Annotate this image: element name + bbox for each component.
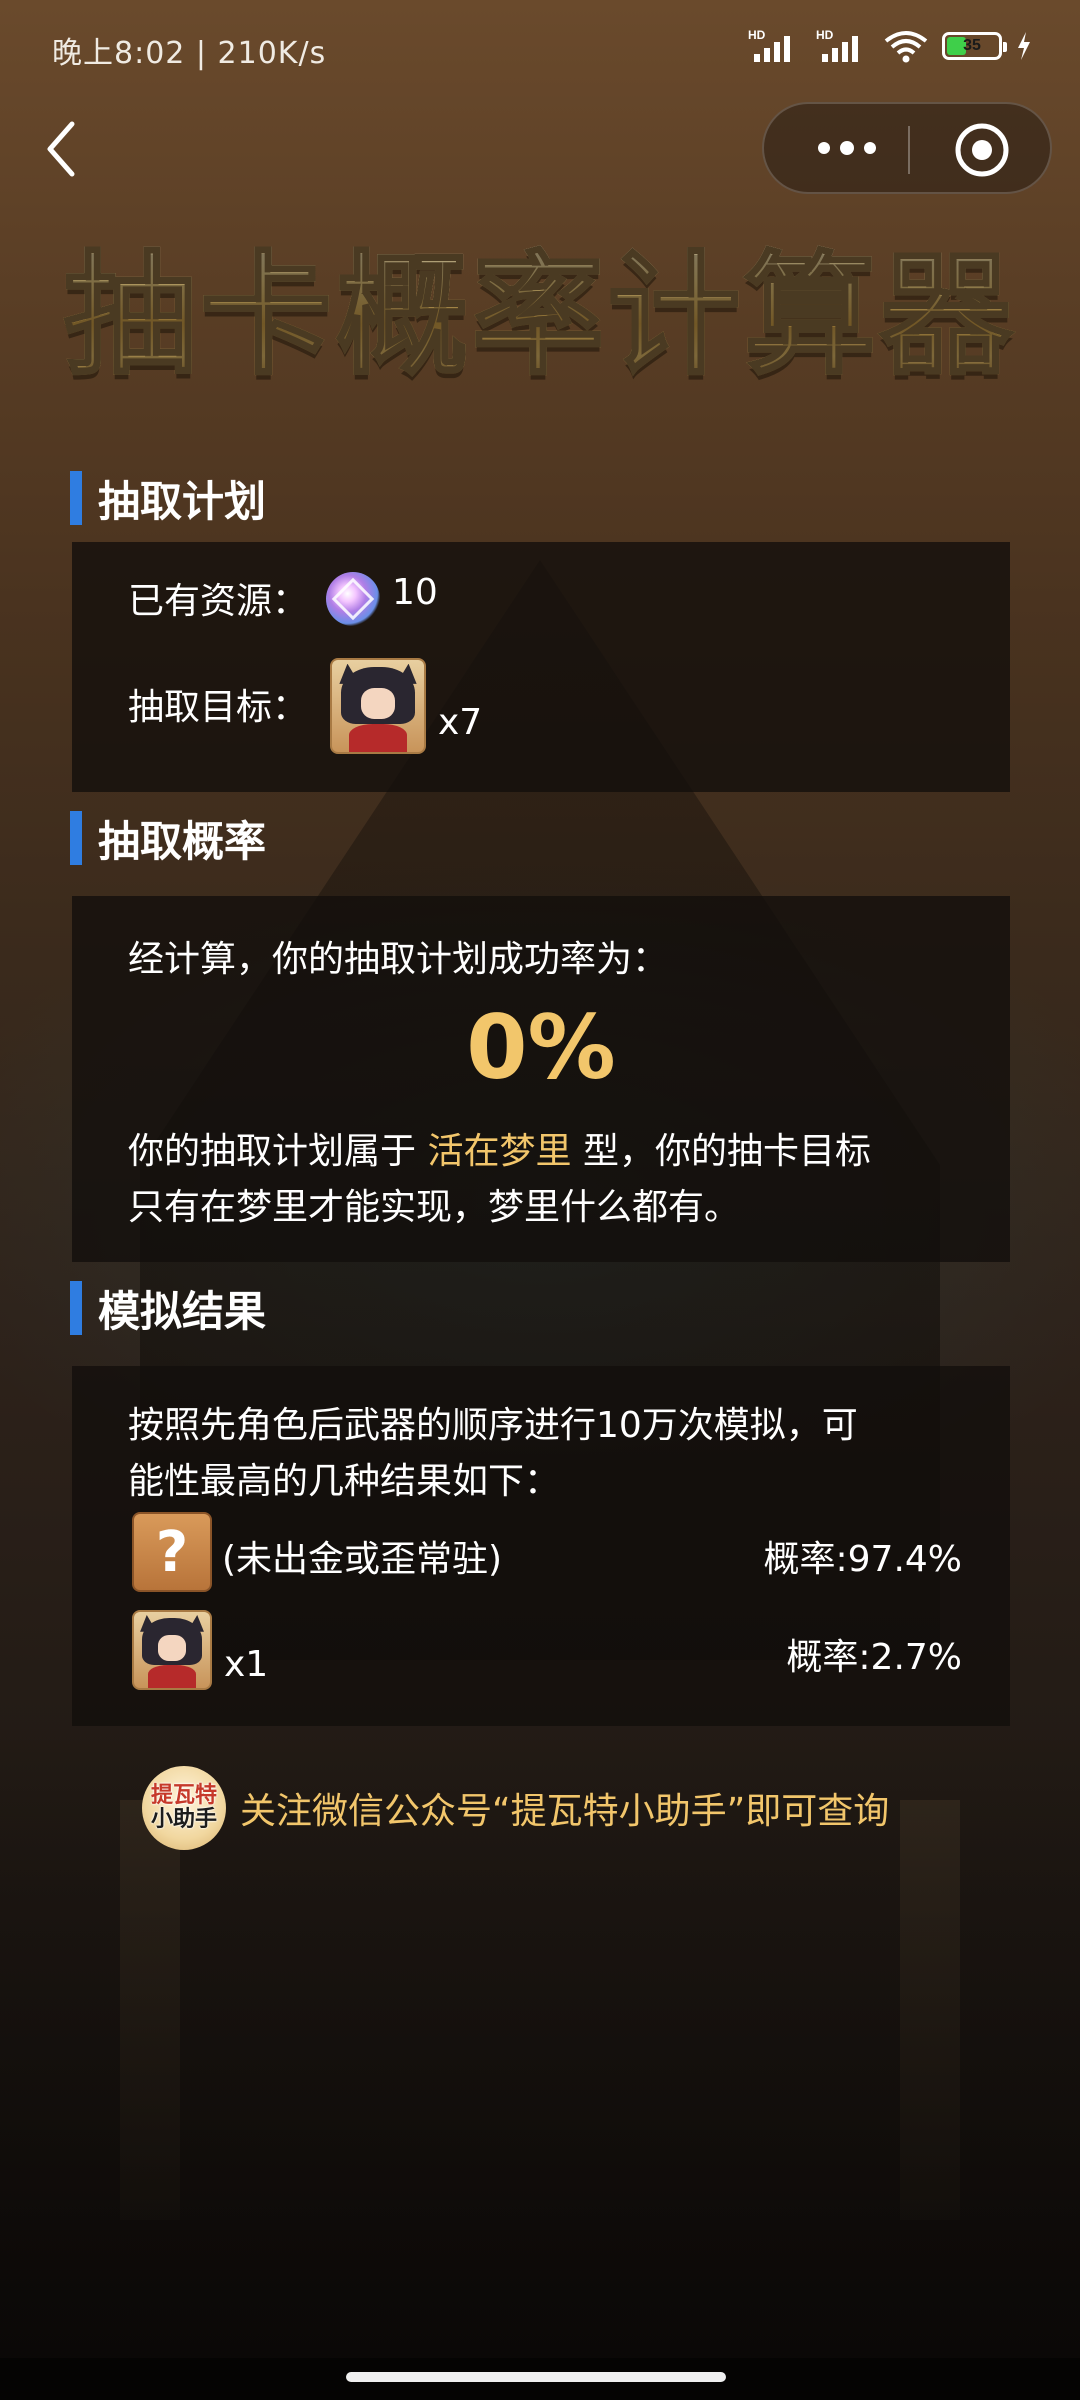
background-pillar <box>120 1800 180 2220</box>
probability-value: 0% <box>466 996 616 1099</box>
plan-card: 已有资源： 10 抽取目标： x7 <box>72 542 1010 792</box>
logo-text-top: 提瓦特 <box>150 1783 217 1808</box>
simulation-intro-line2: 能性最高的几种结果如下： <box>128 1461 561 1502</box>
section-heading-probability: 抽取概率 <box>70 810 266 866</box>
target-label: 抽取目标： <box>128 687 309 728</box>
battery-level: 35 <box>963 37 981 54</box>
desc-prefix: 你的抽取计划属于 <box>128 1131 417 1172</box>
resources-label: 已有资源： <box>128 581 309 622</box>
page-title: 抽卡概率计算器 <box>0 236 1080 396</box>
section-heading-simulation: 模拟结果 <box>70 1280 266 1336</box>
close-target-icon <box>955 123 1009 177</box>
background-pillar <box>900 1800 960 2220</box>
probability-description-line2: 只有在梦里才能实现，梦里什么都有。 <box>128 1187 741 1228</box>
more-button[interactable] <box>802 124 892 172</box>
battery-icon: 35 <box>942 32 1007 60</box>
section-title: 模拟结果 <box>98 1286 267 1336</box>
section-title: 抽取计划 <box>98 476 267 526</box>
simulation-intro-line1: 按照先角色后武器的顺序进行10万次模拟，可 <box>128 1405 858 1446</box>
section-heading-plan: 抽取计划 <box>70 470 266 526</box>
result-label: x1 <box>224 1644 269 1685</box>
result-character-portrait <box>132 1610 212 1690</box>
mystery-icon: ? <box>132 1512 212 1592</box>
home-indicator[interactable] <box>346 2372 726 2382</box>
simulation-card: 按照先角色后武器的顺序进行10万次模拟，可 能性最高的几种结果如下： ? (未出… <box>72 1366 1010 1726</box>
result-probability: 概率:97.4% <box>763 1539 963 1580</box>
assistant-logo: 提瓦特 小助手 <box>142 1766 226 1850</box>
mini-program-capsule <box>762 102 1052 194</box>
charging-icon <box>1018 32 1030 60</box>
more-dots-icon <box>818 142 830 154</box>
probability-card: 经计算，你的抽取计划成功率为： 0% 你的抽取计划属于 活在梦里 型，你的抽卡目… <box>72 896 1010 1262</box>
desc-suffix: 型，你的抽卡目标 <box>582 1131 871 1172</box>
capsule-divider <box>908 126 910 174</box>
signal-icon: HD <box>816 28 870 64</box>
target-character-portrait[interactable] <box>330 658 426 754</box>
section-accent-bar <box>70 811 82 865</box>
result-probability: 概率:2.7% <box>786 1637 962 1678</box>
target-count: x7 <box>438 702 483 743</box>
probability-description-line1: 你的抽取计划属于 活在梦里 型，你的抽卡目标 <box>128 1122 968 1174</box>
section-title: 抽取概率 <box>98 816 267 866</box>
close-button[interactable] <box>954 122 1010 178</box>
chevron-left-icon <box>47 121 75 177</box>
status-bar: 晚上8:02 | 210K/s HD HD 35 <box>0 0 1080 96</box>
footer-text: 关注微信公众号“提瓦特小助手”即可查询 <box>240 1791 890 1832</box>
plan-type-highlight: 活在梦里 <box>427 1131 572 1172</box>
result-label: (未出金或歪常驻) <box>222 1539 503 1580</box>
status-time: 晚上8:02 | 210K/s <box>52 36 327 71</box>
logo-text-bottom: 小助手 <box>150 1807 217 1832</box>
section-accent-bar <box>70 1281 82 1335</box>
probability-intro: 经计算，你的抽取计划成功率为： <box>128 939 669 980</box>
wifi-icon <box>884 31 928 63</box>
footer-note[interactable]: 提瓦特 小助手 关注微信公众号“提瓦特小助手”即可查询 <box>142 1766 889 1850</box>
resources-value[interactable]: 10 <box>392 572 438 613</box>
status-icons: HD HD 35 <box>748 26 1032 66</box>
primogem-icon <box>326 572 380 626</box>
section-accent-bar <box>70 471 82 525</box>
back-button[interactable] <box>40 118 92 180</box>
signal-icon: HD <box>748 28 802 64</box>
